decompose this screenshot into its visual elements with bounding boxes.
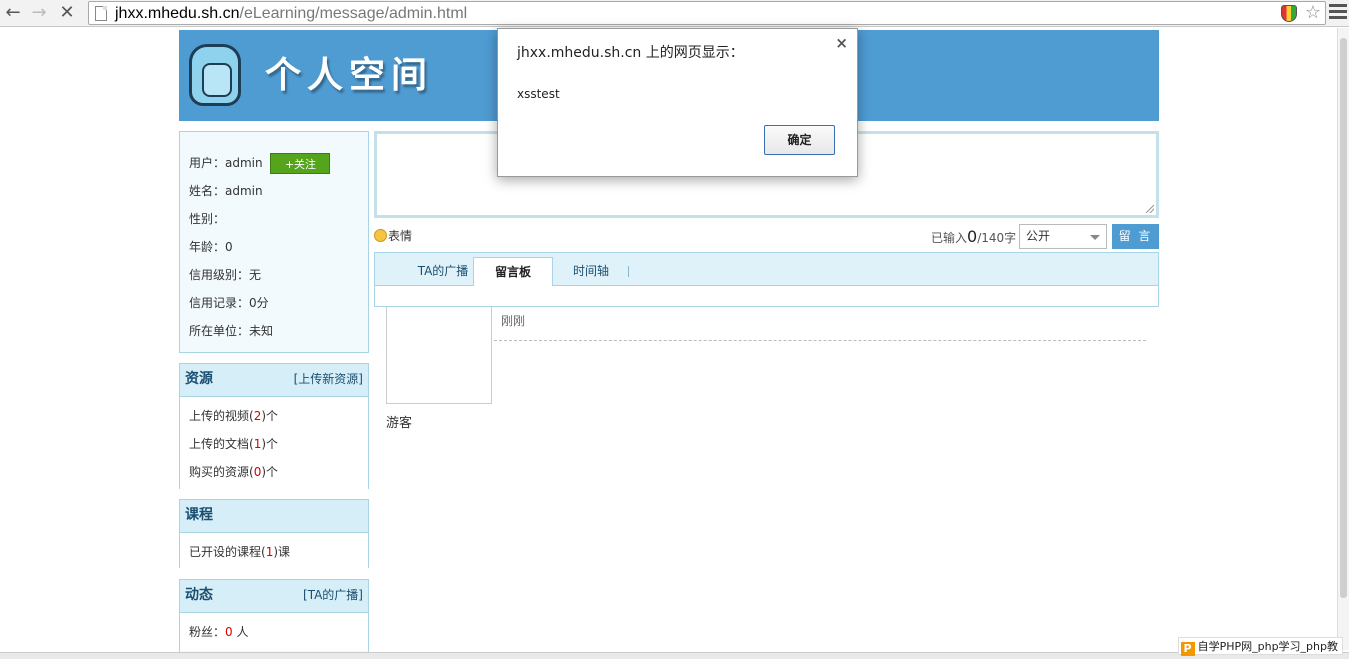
resources-panel: 资源 [上传新资源] 上传的视频(2)个 上传的文档(1)个 购买的资源(0)个 bbox=[179, 363, 369, 491]
backpack-logo-icon bbox=[189, 44, 241, 106]
message-time: 刚刚 bbox=[501, 314, 526, 328]
avatar[interactable] bbox=[386, 307, 492, 404]
courses-header: 课程 bbox=[180, 500, 368, 533]
smiley-icon bbox=[374, 229, 387, 242]
forward-arrow-icon[interactable]: → bbox=[28, 2, 50, 24]
tab-divider bbox=[628, 266, 629, 277]
tab-timeline[interactable]: 时间轴 bbox=[553, 253, 629, 286]
broadcast-link[interactable]: [TA的广播] bbox=[303, 580, 363, 611]
address-bar[interactable]: jhxx.mhedu.sh.cn/eLearning/message/admin… bbox=[88, 1, 1326, 25]
bookmark-star-icon[interactable]: ☆ bbox=[1305, 2, 1321, 24]
uploaded-videos-link[interactable]: 上传的视频(2)个 bbox=[189, 402, 359, 430]
resources-header: 资源 [上传新资源] bbox=[180, 364, 368, 397]
profile-panel: 用户：admin +关注 姓名：admin 性别： 年龄：0 信用级别：无 信用… bbox=[179, 131, 369, 353]
resources-title: 资源 bbox=[185, 371, 213, 387]
tab-broadcast[interactable]: TA的广播 bbox=[403, 253, 483, 286]
emoji-button[interactable]: 表情 bbox=[374, 226, 412, 246]
org-row: 所在单位：未知 bbox=[189, 324, 274, 338]
browser-toolbar: ← → ✕ jhxx.mhedu.sh.cn/eLearning/message… bbox=[0, 0, 1349, 27]
watermark: P 自学PHP网_php学习_php教 bbox=[1177, 637, 1343, 656]
chevron-down-icon bbox=[1090, 235, 1100, 240]
dialog-message: xsstest bbox=[517, 87, 560, 101]
activity-header: 动态 [TA的广播] bbox=[180, 580, 368, 613]
tab-message-board[interactable]: 留言板 bbox=[473, 257, 553, 287]
user-value: admin bbox=[225, 156, 263, 170]
message-divider bbox=[494, 340, 1146, 341]
tab-bar: TA的广播 留言板 时间轴 bbox=[374, 252, 1159, 287]
scrollbar-thumb[interactable] bbox=[1340, 38, 1347, 598]
age-row: 年龄：0 bbox=[189, 240, 233, 254]
resize-handle-icon[interactable] bbox=[1146, 205, 1154, 213]
credit-level-row: 信用级别：无 bbox=[189, 268, 262, 282]
php-logo-icon: P bbox=[1180, 642, 1195, 656]
courses-panel: 课程 已开设的课程(1)课 bbox=[179, 499, 369, 571]
alert-dialog: jhxx.mhedu.sh.cn 上的网页显示： × xsstest 确定 bbox=[497, 28, 858, 177]
browser-menu-icon[interactable] bbox=[1329, 4, 1347, 22]
gender-row: 性别： bbox=[189, 212, 226, 226]
user-row: 用户：admin +关注 bbox=[189, 149, 359, 177]
upload-resource-link[interactable]: [上传新资源] bbox=[294, 364, 363, 395]
extension-shield-icon[interactable] bbox=[1281, 5, 1297, 22]
url-text: jhxx.mhedu.sh.cn/eLearning/message/admin… bbox=[115, 5, 468, 22]
courses-title: 课程 bbox=[185, 507, 213, 523]
post-message-button[interactable]: 留 言 bbox=[1112, 224, 1159, 249]
follow-button[interactable]: +关注 bbox=[270, 153, 331, 174]
stop-loading-icon[interactable]: ✕ bbox=[56, 2, 78, 24]
back-arrow-icon[interactable]: ← bbox=[2, 2, 24, 24]
activity-title: 动态 bbox=[185, 587, 213, 603]
tab-content-strip bbox=[374, 286, 1159, 307]
char-counter: 已输入0/140字 bbox=[931, 227, 1017, 246]
bought-resources-link[interactable]: 购买的资源(0)个 bbox=[189, 458, 359, 486]
ok-button[interactable]: 确定 bbox=[764, 125, 835, 155]
message-author[interactable]: 游客 bbox=[386, 412, 412, 431]
dialog-title: jhxx.mhedu.sh.cn 上的网页显示： bbox=[517, 45, 744, 61]
fans-row: 粉丝：0 人 bbox=[189, 625, 249, 639]
vertical-scrollbar[interactable] bbox=[1337, 28, 1349, 650]
page-title: 个人空间 bbox=[265, 55, 434, 96]
emoji-label: 表情 bbox=[388, 229, 413, 243]
page-icon bbox=[95, 6, 107, 21]
uploaded-docs-link[interactable]: 上传的文档(1)个 bbox=[189, 430, 359, 458]
visibility-select[interactable]: 公开 bbox=[1019, 224, 1107, 249]
name-row: 姓名：admin bbox=[189, 184, 263, 198]
status-bar bbox=[0, 652, 1349, 659]
activity-panel: 动态 [TA的广播] 粉丝：0 人 bbox=[179, 579, 369, 659]
close-icon[interactable]: × bbox=[835, 34, 848, 52]
credit-record-row: 信用记录：0分 bbox=[189, 296, 269, 310]
opened-courses-link[interactable]: 已开设的课程(1)课 bbox=[189, 538, 359, 566]
